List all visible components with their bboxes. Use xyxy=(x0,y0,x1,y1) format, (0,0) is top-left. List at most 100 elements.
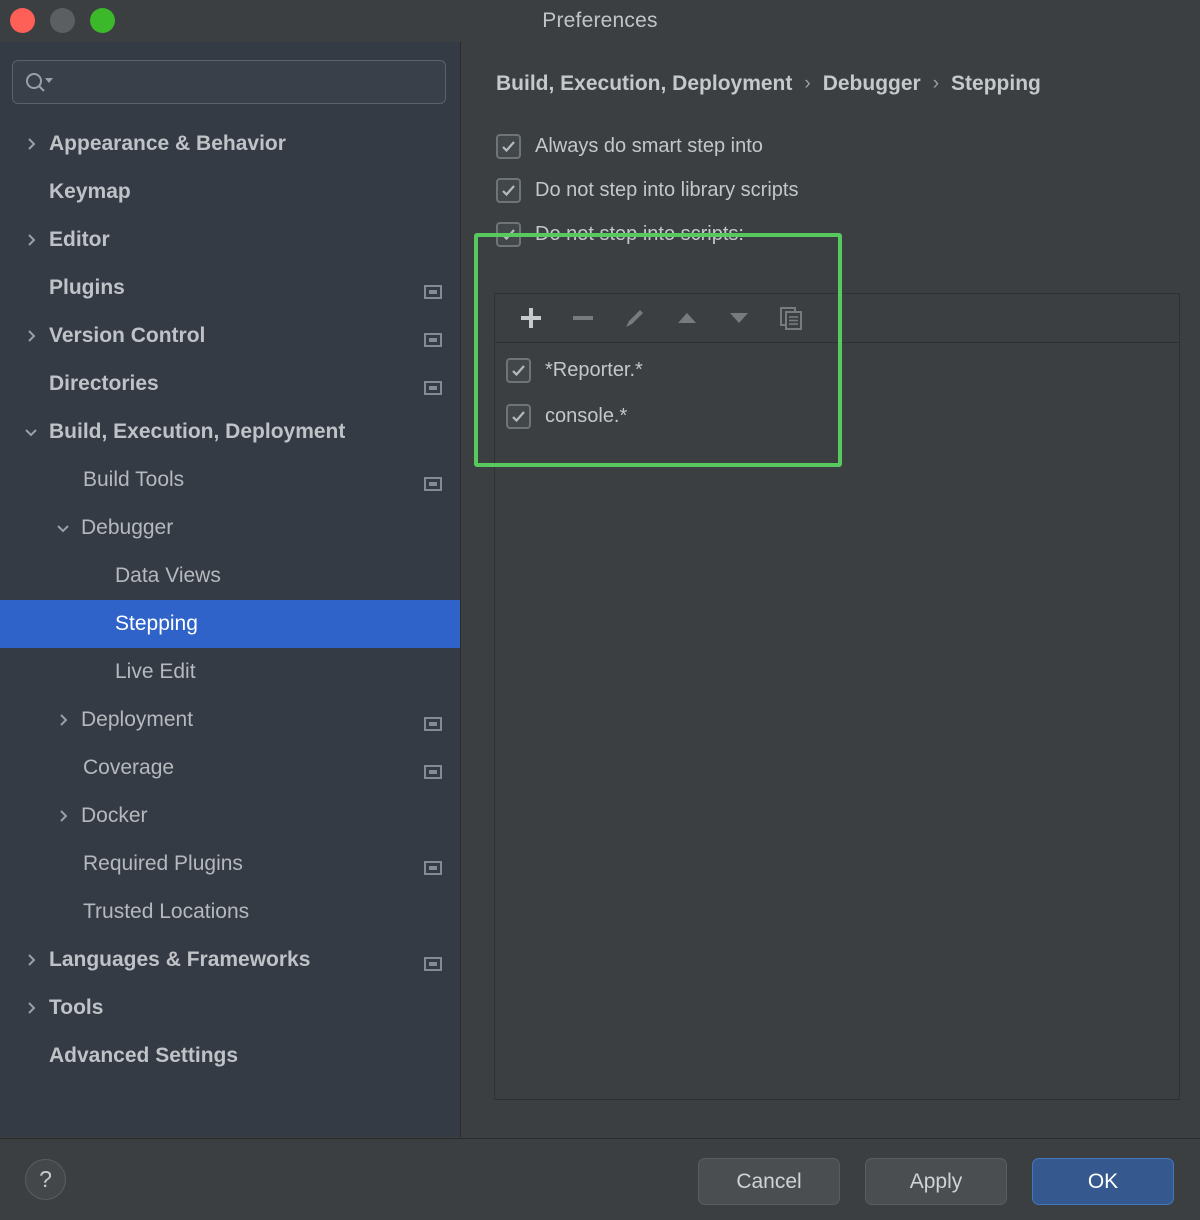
sidebar-item-label: Advanced Settings xyxy=(49,1044,238,1068)
sidebar-item-docker[interactable]: Docker xyxy=(0,792,460,840)
breadcrumb-item[interactable]: Debugger xyxy=(823,72,921,96)
chevron-right-icon[interactable] xyxy=(18,328,44,344)
option-row[interactable]: Do not step into scripts: xyxy=(496,212,1200,256)
project-scope-icon xyxy=(424,329,442,343)
settings-sidebar: Appearance & Behavior Keymap Editor Plugins… xyxy=(0,42,461,1137)
project-scope-icon xyxy=(424,281,442,295)
sidebar-item-label: Deployment xyxy=(81,708,193,732)
sidebar-item-label: Stepping xyxy=(115,612,198,636)
chevron-right-icon[interactable] xyxy=(18,136,44,152)
sidebar-item-label: Build Tools xyxy=(83,468,184,492)
help-button[interactable]: ? xyxy=(25,1159,66,1200)
option-label: Do not step into scripts: xyxy=(535,223,744,246)
sidebar-item-label: Docker xyxy=(81,804,148,828)
sidebar-item-build-execution-deployment[interactable]: Build, Execution, Deployment xyxy=(0,408,460,456)
dialog-footer: ? Cancel Apply OK xyxy=(0,1138,1200,1220)
cancel-button[interactable]: Cancel xyxy=(698,1158,840,1205)
minimize-button[interactable] xyxy=(50,8,75,33)
sidebar-item-advanced-settings[interactable]: Advanced Settings xyxy=(0,1032,460,1080)
option-row[interactable]: Do not step into library scripts xyxy=(496,168,1200,212)
sidebar-item-build-tools[interactable]: Build Tools xyxy=(0,456,460,504)
script-pattern-list: *Reporter.* console.* xyxy=(495,343,1179,439)
sidebar-item-live-edit[interactable]: Live Edit xyxy=(0,648,460,696)
stepping-options: Always do smart step into Do not step int… xyxy=(462,96,1200,256)
search-container xyxy=(0,42,460,114)
checkbox-icon[interactable] xyxy=(496,134,521,159)
sidebar-item-debugger[interactable]: Debugger xyxy=(0,504,460,552)
sidebar-item-trusted-locations[interactable]: Trusted Locations xyxy=(0,888,460,936)
list-item[interactable]: console.* xyxy=(495,393,1179,439)
move-up-button xyxy=(661,296,713,340)
breadcrumb: Build, Execution, Deployment›Debugger›St… xyxy=(462,42,1200,96)
apply-button[interactable]: Apply xyxy=(865,1158,1007,1205)
sidebar-item-directories[interactable]: Directories xyxy=(0,360,460,408)
sidebar-item-label: Directories xyxy=(49,372,159,396)
search-icon xyxy=(23,70,53,94)
preferences-dialog: Preferences Appearance & Behavior Keymap E… xyxy=(0,0,1200,1220)
option-label: Always do smart step into xyxy=(535,135,763,158)
zoom-button[interactable] xyxy=(90,8,115,33)
sidebar-item-label: Required Plugins xyxy=(83,852,243,876)
option-label: Do not step into library scripts xyxy=(535,179,798,202)
sidebar-item-label: Data Views xyxy=(115,564,221,588)
sidebar-item-keymap[interactable]: Keymap xyxy=(0,168,460,216)
project-scope-icon xyxy=(424,473,442,487)
sidebar-item-plugins[interactable]: Plugins xyxy=(0,264,460,312)
dialog-buttons: Cancel Apply OK xyxy=(698,1158,1174,1205)
chevron-down-icon[interactable] xyxy=(50,520,76,536)
option-row[interactable]: Always do smart step into xyxy=(496,124,1200,168)
remove-button xyxy=(557,296,609,340)
search-box[interactable] xyxy=(12,60,446,104)
search-input[interactable] xyxy=(53,72,435,92)
close-button[interactable] xyxy=(10,8,35,33)
add-button[interactable] xyxy=(505,296,557,340)
checkbox-icon[interactable] xyxy=(496,222,521,247)
settings-tree: Appearance & Behavior Keymap Editor Plugins… xyxy=(0,114,460,1080)
chevron-right-icon[interactable] xyxy=(18,952,44,968)
sidebar-item-stepping[interactable]: Stepping xyxy=(0,600,460,648)
sidebar-item-languages-frameworks[interactable]: Languages & Frameworks xyxy=(0,936,460,984)
chevron-right-icon[interactable] xyxy=(18,1000,44,1016)
sidebar-item-version-control[interactable]: Version Control xyxy=(0,312,460,360)
sidebar-item-label: Editor xyxy=(49,228,110,252)
checkbox-icon[interactable] xyxy=(496,178,521,203)
sidebar-item-label: Keymap xyxy=(49,180,131,204)
sidebar-item-data-views[interactable]: Data Views xyxy=(0,552,460,600)
sidebar-item-label: Appearance & Behavior xyxy=(49,132,286,156)
sidebar-item-coverage[interactable]: Coverage xyxy=(0,744,460,792)
breadcrumb-item[interactable]: Build, Execution, Deployment xyxy=(496,72,792,96)
sidebar-item-label: Trusted Locations xyxy=(83,900,249,924)
chevron-right-icon[interactable] xyxy=(50,712,76,728)
sidebar-item-editor[interactable]: Editor xyxy=(0,216,460,264)
list-item[interactable]: *Reporter.* xyxy=(495,347,1179,393)
sidebar-item-label: Version Control xyxy=(49,324,205,348)
checkbox-icon[interactable] xyxy=(506,358,531,383)
checkbox-icon[interactable] xyxy=(506,404,531,429)
sidebar-item-required-plugins[interactable]: Required Plugins xyxy=(0,840,460,888)
copy-button xyxy=(765,296,817,340)
script-pattern-label: *Reporter.* xyxy=(545,359,643,382)
pencil-icon xyxy=(622,305,648,331)
sidebar-item-tools[interactable]: Tools xyxy=(0,984,460,1032)
project-scope-icon xyxy=(424,713,442,727)
breadcrumb-item[interactable]: Stepping xyxy=(951,72,1041,96)
minus-icon xyxy=(570,305,596,331)
list-toolbar xyxy=(495,294,1179,343)
sidebar-item-label: Live Edit xyxy=(115,660,196,684)
project-scope-icon xyxy=(424,953,442,967)
chevron-down-icon[interactable] xyxy=(18,424,44,440)
sidebar-item-label: Debugger xyxy=(81,516,173,540)
edit-button xyxy=(609,296,661,340)
project-scope-icon xyxy=(424,377,442,391)
sidebar-item-appearance-behavior[interactable]: Appearance & Behavior xyxy=(0,120,460,168)
script-pattern-label: console.* xyxy=(545,405,627,428)
title-bar: Preferences xyxy=(0,0,1200,42)
plus-icon xyxy=(518,305,544,331)
ok-button[interactable]: OK xyxy=(1032,1158,1174,1205)
sidebar-item-deployment[interactable]: Deployment xyxy=(0,696,460,744)
window-title: Preferences xyxy=(542,9,657,33)
project-scope-icon xyxy=(424,857,442,871)
script-exclusion-panel: *Reporter.* console.* xyxy=(494,293,1180,1100)
chevron-right-icon[interactable] xyxy=(18,232,44,248)
chevron-right-icon[interactable] xyxy=(50,808,76,824)
